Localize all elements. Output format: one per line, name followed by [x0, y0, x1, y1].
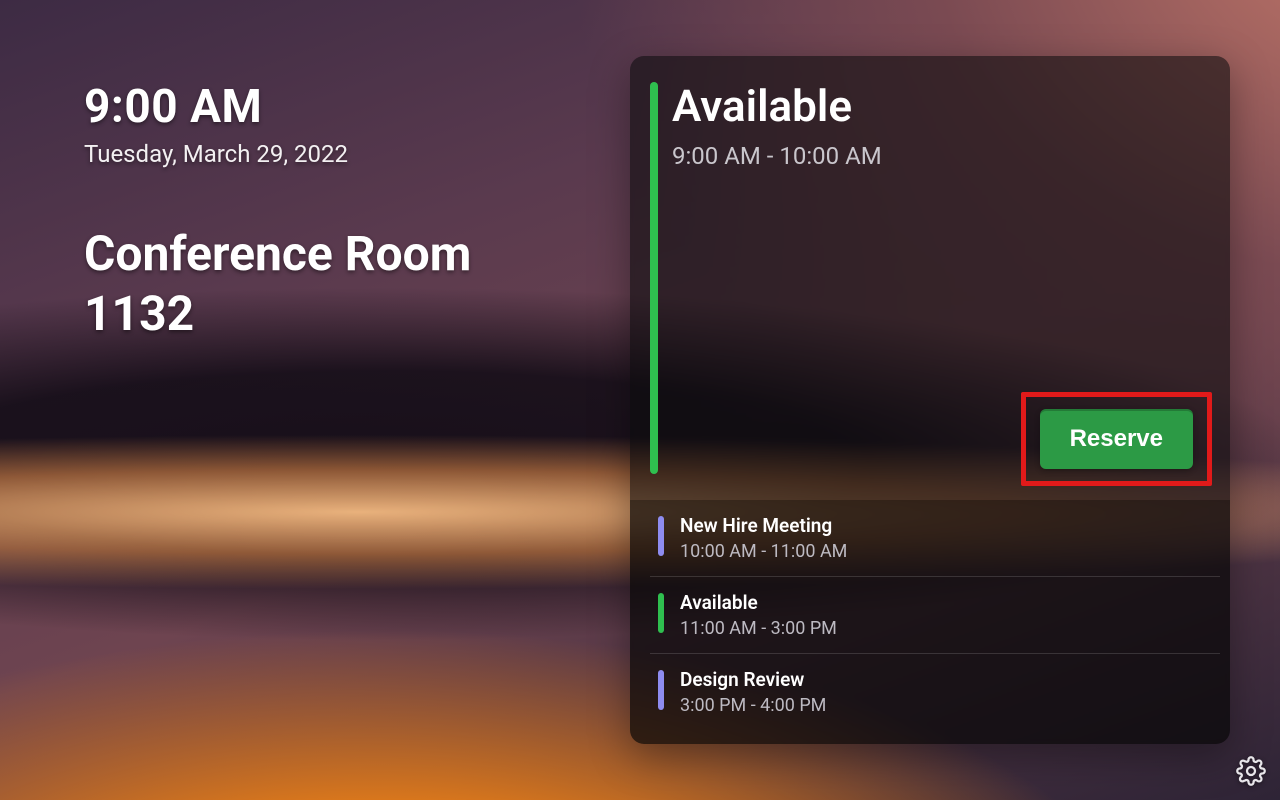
upcoming-list: New Hire Meeting 10:00 AM - 11:00 AM Ava… — [630, 500, 1230, 744]
info-column: 9:00 AM Tuesday, March 29, 2022 Conferen… — [84, 80, 564, 344]
accent-bar — [658, 670, 664, 710]
status-accent-bar — [650, 82, 658, 474]
current-status-label: Available — [672, 80, 1202, 132]
clock-time: 9:00 AM — [84, 80, 564, 134]
accent-bar — [658, 593, 664, 633]
settings-button[interactable] — [1236, 756, 1266, 786]
upcoming-item[interactable]: Design Review 3:00 PM - 4:00 PM — [650, 654, 1220, 730]
upcoming-time: 11:00 AM - 3:00 PM — [680, 618, 1210, 639]
gear-icon — [1236, 771, 1266, 790]
clock-date: Tuesday, March 29, 2022 — [84, 140, 564, 168]
upcoming-item[interactable]: New Hire Meeting 10:00 AM - 11:00 AM — [650, 500, 1220, 577]
upcoming-title: New Hire Meeting — [680, 514, 1210, 537]
upcoming-time: 10:00 AM - 11:00 AM — [680, 541, 1210, 562]
reserve-button[interactable]: Reserve — [1040, 409, 1193, 469]
upcoming-title: Design Review — [680, 668, 1210, 691]
upcoming-time: 3:00 PM - 4:00 PM — [680, 695, 1210, 716]
upcoming-item[interactable]: Available 11:00 AM - 3:00 PM — [650, 577, 1220, 654]
upcoming-title: Available — [680, 591, 1210, 614]
reserve-highlight: Reserve — [1021, 392, 1212, 486]
accent-bar — [658, 516, 664, 556]
current-time-range: 9:00 AM - 10:00 AM — [672, 142, 1202, 170]
schedule-panel: Available 9:00 AM - 10:00 AM Reserve New… — [630, 56, 1230, 744]
current-slot: Available 9:00 AM - 10:00 AM Reserve — [630, 56, 1230, 500]
room-name: Conference Room 1132 — [84, 224, 564, 344]
